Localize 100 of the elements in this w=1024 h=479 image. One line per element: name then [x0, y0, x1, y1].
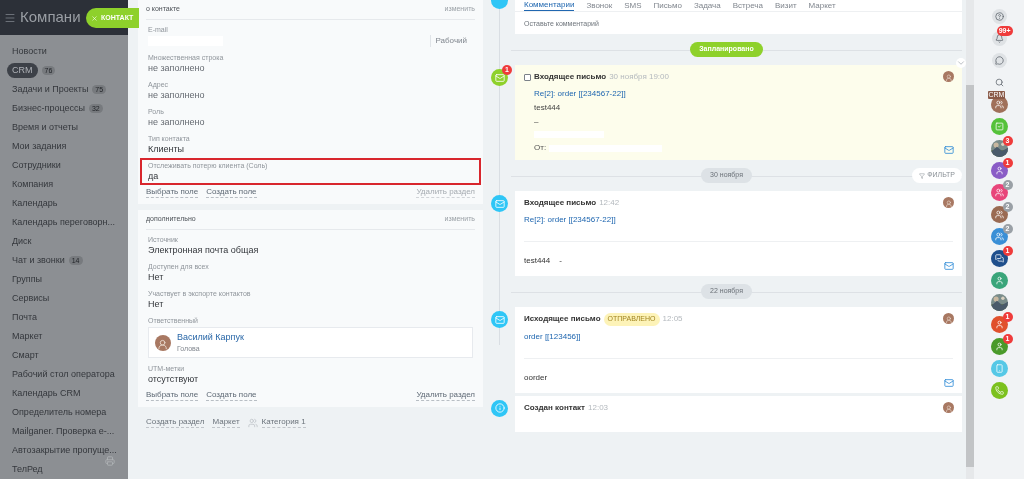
sidebar-item[interactable]: Мои задания: [12, 139, 67, 154]
collapse-icon[interactable]: [956, 58, 966, 68]
field-value: не заполнено: [148, 90, 205, 101]
user-icon: [994, 276, 1004, 285]
users-icon: [994, 188, 1004, 197]
sidebar-item[interactable]: Календарь переговорн...: [12, 215, 116, 230]
sidebar-item[interactable]: Почта: [12, 310, 37, 325]
users-icon: [994, 100, 1004, 109]
entry-time: 30 ноября 19:00: [609, 71, 669, 83]
chat-avatar[interactable]: [990, 250, 1008, 267]
reply-mail-icon[interactable]: [944, 261, 954, 271]
entry-time: 12:42: [599, 197, 620, 209]
field-value: не заполнено: [148, 117, 205, 128]
email-subject[interactable]: order [[123456]]: [524, 330, 581, 343]
chat-avatar[interactable]: [990, 316, 1008, 333]
delete-section-link[interactable]: Удалить раздел: [416, 390, 475, 401]
close-icon: [91, 14, 98, 22]
field-value: отсутствуют: [148, 374, 199, 385]
task-icon: [994, 122, 1004, 131]
composer-tab[interactable]: Звонок: [586, 1, 613, 11]
sidebar-item[interactable]: Чат и звонки: [12, 253, 65, 268]
avatar: [943, 401, 954, 413]
sidebar-item[interactable]: Автозакрытие пропуще...: [12, 443, 117, 458]
avatar: [943, 197, 954, 208]
chat-avatar[interactable]: [990, 184, 1008, 201]
users-icon: [994, 232, 1004, 241]
section-link[interactable]: Создать поле: [206, 390, 257, 401]
sidebar-item[interactable]: CRM: [7, 62, 38, 79]
entry-title: Входящее письмо: [534, 71, 607, 83]
portal-title: Компани: [20, 7, 81, 28]
composer-tab[interactable]: Комментарии: [524, 0, 575, 11]
avatar: [943, 71, 954, 82]
field-value: Клиенты: [148, 144, 185, 155]
section-link[interactable]: Создать поле: [206, 187, 257, 198]
sidebar-item[interactable]: Компания: [12, 177, 54, 192]
email-type: Рабочий: [429, 35, 467, 47]
sidebar-item[interactable]: Бизнес-процессы: [12, 101, 85, 116]
email-subject[interactable]: Re[2]: order [[234567-22]]: [524, 214, 616, 226]
email-text: test444 -: [524, 256, 562, 265]
composer-tab[interactable]: Письмо: [653, 1, 682, 11]
composer-tab[interactable]: Задача: [693, 1, 721, 11]
field-value: Электронная почта общая: [148, 245, 259, 256]
chat-button[interactable]: [991, 53, 1007, 68]
mail-icon: [491, 311, 508, 328]
sidebar-item[interactable]: ТелРед: [12, 462, 43, 477]
sidebar-item[interactable]: Диск: [12, 234, 32, 249]
device-icon: [994, 364, 1004, 373]
footer-link[interactable]: Создать раздел: [146, 417, 205, 428]
info-icon: [491, 399, 508, 417]
printer-icon[interactable]: [105, 456, 115, 466]
sidebar-item[interactable]: Маркет: [12, 329, 43, 344]
sender-label: От:: [534, 142, 547, 154]
composer-tab[interactable]: Встреча: [732, 1, 763, 11]
sidebar-item[interactable]: Сотрудники: [12, 158, 61, 173]
email-text: oorder: [524, 372, 548, 382]
sidebar-item[interactable]: Время и отчеты: [12, 120, 79, 135]
reply-mail-icon[interactable]: [944, 377, 954, 388]
section-link[interactable]: Выбрать поле: [146, 390, 199, 401]
entry-title: Создан контакт: [524, 401, 586, 414]
chat-avatar[interactable]: [990, 162, 1008, 179]
mail-icon: [491, 69, 508, 86]
sidebar-item[interactable]: Задачи и Проекты: [12, 82, 89, 97]
help-button[interactable]: [991, 9, 1007, 24]
sidebar-item[interactable]: Новости: [12, 44, 47, 59]
email-subject[interactable]: Re[2]: order [[234567-22]]: [534, 88, 626, 100]
users-icon: [994, 210, 1004, 219]
chat-avatar[interactable]: [990, 338, 1008, 355]
section-link[interactable]: Выбрать поле: [146, 187, 199, 198]
field-value: да: [148, 171, 159, 182]
entry-time: 12:05: [662, 313, 683, 326]
composer-tab[interactable]: Маркет: [808, 1, 836, 11]
phone-icon: [994, 386, 1004, 395]
composer-tab[interactable]: SMS: [624, 1, 642, 11]
menu-icon[interactable]: [4, 11, 16, 24]
sidebar-item[interactable]: Mailganer. Проверка e-...: [12, 424, 115, 439]
sidebar-item[interactable]: Сервисы: [12, 291, 50, 306]
mail-icon: [491, 195, 508, 212]
filter-icon: [919, 172, 926, 179]
composer-tab[interactable]: Визит: [775, 1, 797, 11]
chat-avatar[interactable]: [990, 206, 1008, 223]
sidebar-item[interactable]: Смарт: [12, 348, 39, 363]
sidebar-item[interactable]: Группы: [12, 272, 42, 287]
avatar: [155, 334, 171, 351]
sidebar-item[interactable]: Рабочий стол оператора: [12, 367, 115, 382]
email-text: test444: [534, 102, 561, 114]
sidebar-item[interactable]: Календарь CRM: [12, 386, 81, 401]
sidebar-item[interactable]: Календарь: [12, 196, 58, 211]
chat-avatar[interactable]: [990, 228, 1008, 245]
sidebar-item[interactable]: Определитель номера: [12, 405, 107, 420]
user-icon: [994, 342, 1004, 351]
user-name[interactable]: Василий Карпук: [177, 331, 244, 343]
footer-link[interactable]: Маркет: [212, 417, 240, 428]
entry-title: Исходящее письмо: [524, 313, 601, 326]
reply-mail-icon[interactable]: [944, 145, 954, 155]
email-text: –: [534, 116, 539, 128]
checkbox[interactable]: [524, 73, 531, 81]
entry-title: Входящее письмо: [524, 197, 597, 209]
user-icon: [994, 320, 1004, 329]
scrollbar[interactable]: [966, 0, 974, 479]
category-link[interactable]: Категория 1: [261, 417, 306, 428]
